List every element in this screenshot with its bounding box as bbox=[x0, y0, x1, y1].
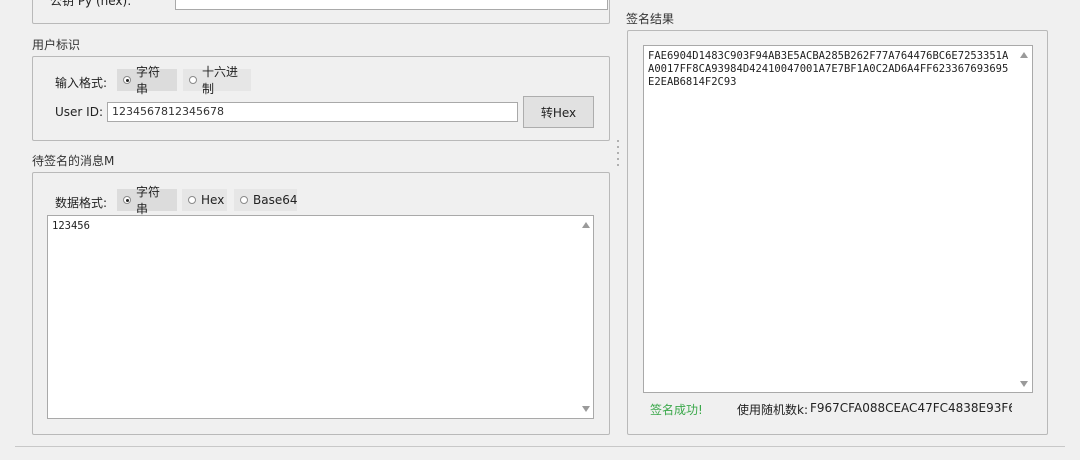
radio-dot-icon bbox=[189, 76, 197, 84]
message-group-title: 待签名的消息M bbox=[30, 152, 117, 169]
radio-label: 字符串 bbox=[136, 185, 161, 216]
window-bottom-border bbox=[15, 446, 1065, 447]
radio-label: Hex bbox=[201, 193, 225, 207]
radio-label: 字符串 bbox=[136, 65, 161, 96]
message-textarea[interactable]: 123456 bbox=[47, 215, 594, 419]
radio-input-format-string[interactable]: 字符串 bbox=[117, 65, 177, 96]
radio-label: 十六进制 bbox=[202, 65, 239, 96]
public-key-py-input[interactable] bbox=[175, 0, 608, 10]
message-scroll-down-icon[interactable] bbox=[582, 406, 590, 412]
radio-dot-icon bbox=[123, 196, 131, 204]
pane-splitter[interactable] bbox=[615, 0, 621, 460]
user-id-input[interactable]: 1234567812345678 bbox=[107, 102, 518, 122]
signature-scroll-up-icon[interactable] bbox=[1020, 52, 1028, 58]
random-k-value: F967CFA088CEAC47FC4838E93F67D bbox=[810, 401, 1012, 415]
radio-data-format-hex[interactable]: Hex bbox=[182, 189, 227, 211]
radio-input-format-hex[interactable]: 十六进制 bbox=[183, 65, 251, 96]
radio-data-format-string[interactable]: 字符串 bbox=[117, 185, 177, 216]
result-group-title: 签名结果 bbox=[624, 10, 677, 27]
message-scroll-up-icon[interactable] bbox=[582, 222, 590, 228]
radio-dot-icon bbox=[123, 76, 131, 84]
radio-data-format-base64[interactable]: Base64 bbox=[234, 189, 298, 211]
user-id-label: User ID: bbox=[55, 105, 103, 119]
signature-scroll-down-icon[interactable] bbox=[1020, 381, 1028, 387]
signature-textarea[interactable]: FAE6904D1483C903F94AB3E5ACBA285B262F77A7… bbox=[643, 45, 1033, 393]
random-k-label: 使用随机数k: bbox=[737, 403, 808, 417]
to-hex-button[interactable]: 转Hex bbox=[523, 96, 594, 128]
radio-dot-icon bbox=[188, 196, 196, 204]
radio-dot-icon bbox=[240, 196, 248, 204]
status-text: 签名成功! bbox=[650, 403, 703, 417]
user-id-group-title: 用户标识 bbox=[30, 36, 83, 53]
radio-label: Base64 bbox=[253, 193, 298, 207]
input-format-label: 输入格式: bbox=[55, 76, 108, 90]
data-format-label: 数据格式: bbox=[55, 196, 108, 210]
public-key-py-label: 公钥 Py (hex): bbox=[50, 0, 132, 8]
